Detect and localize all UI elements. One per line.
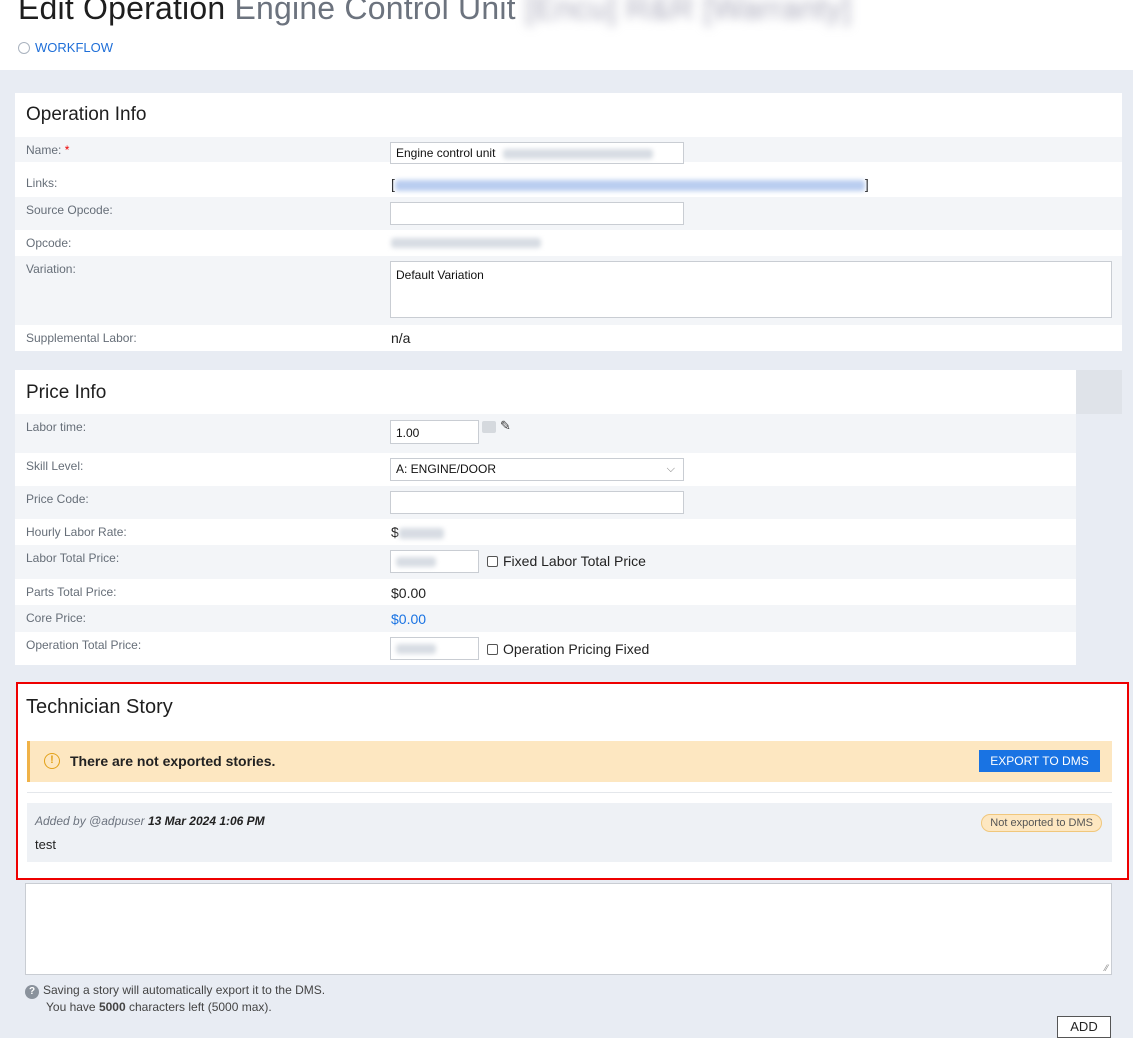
links-redacted[interactable] (394, 179, 865, 191)
highlight-box (16, 682, 1129, 880)
row-name: Name: * Engine control unit (15, 137, 1122, 164)
resize-handle-icon[interactable]: ⁄⁄ (1105, 963, 1108, 973)
page-title: Edit Operation Engine Control Unit [Encu… (18, 0, 852, 27)
story-help: ? Saving a story will automatically expor… (25, 982, 325, 1015)
op-total-label: Operation Total Price: (26, 638, 142, 652)
supplemental-label: Supplemental Labor: (26, 331, 137, 345)
price-info-title: Price Info (26, 382, 107, 403)
row-skill-level: Skill Level: A: ENGINE/DOOR ⌵ (15, 453, 1076, 486)
operation-info-title: Operation Info (26, 104, 147, 125)
hourly-rate-value: $ (391, 524, 444, 540)
row-links: Links: [] (15, 170, 1122, 197)
row-parts-total: Parts Total Price: $0.00 (15, 579, 1076, 605)
page-header: Edit Operation Engine Control Unit [Encu… (0, 0, 1133, 70)
row-source-opcode: Source Opcode: (15, 197, 1122, 230)
price-code-label: Price Code: (26, 492, 89, 506)
name-label: Name: * (26, 143, 70, 157)
page-title-main: Edit Operation (18, 0, 226, 26)
variation-label: Variation: (26, 262, 76, 276)
labor-total-label: Labor Total Price: (26, 551, 120, 565)
op-total-input[interactable] (390, 637, 479, 660)
labor-time-label: Labor time: (26, 420, 87, 434)
row-hourly-rate: Hourly Labor Rate: $ (15, 519, 1076, 545)
labor-time-input[interactable]: 1.00 (390, 420, 479, 444)
price-info-side-block (1076, 370, 1122, 414)
opcode-value-redacted (391, 238, 541, 248)
row-price-code: Price Code: (15, 486, 1076, 519)
supplemental-value: n/a (391, 330, 411, 346)
chars-left-count: 5000 (98, 1000, 126, 1014)
links-label: Links: (26, 176, 58, 190)
story-textarea[interactable]: ⁄⁄ (25, 883, 1112, 975)
workflow-link[interactable]: WORKFLOW (18, 40, 113, 55)
fixed-labor-checkbox[interactable]: Fixed Labor Total Price (487, 553, 646, 569)
opcode-label: Opcode: (26, 236, 72, 250)
help-icon: ? (25, 985, 39, 999)
op-pricing-fixed-checkbox[interactable]: Operation Pricing Fixed (487, 641, 649, 657)
row-core-price: Core Price: $0.00 (15, 605, 1076, 632)
workflow-label[interactable]: WORKFLOW (35, 40, 113, 55)
price-info-panel: Price Info Labor time: 1.00 ✎ Skill Leve… (15, 370, 1076, 665)
core-price-label: Core Price: (26, 611, 87, 625)
links-value[interactable]: [] (391, 176, 869, 192)
row-labor-time: Labor time: 1.00 ✎ (15, 414, 1076, 453)
row-variation: Variation: Default Variation (15, 256, 1122, 325)
row-opcode: Opcode: (15, 230, 1122, 256)
page-title-redacted: [Encu] R&R [Warranty] (524, 0, 852, 26)
name-field[interactable]: Engine control unit (390, 142, 684, 164)
labor-guide-icon[interactable] (482, 421, 496, 433)
price-code-input[interactable] (390, 491, 684, 514)
parts-total-label: Parts Total Price: (26, 585, 117, 599)
workflow-radio-icon[interactable] (18, 41, 30, 54)
operation-info-panel: Operation Info Name: * Engine control un… (15, 93, 1122, 351)
page-title-operation: Engine Control Unit (234, 0, 516, 26)
row-op-total: Operation Total Price: Operation Pricing… (15, 632, 1076, 665)
core-price-link[interactable]: $0.00 (391, 611, 426, 627)
row-supplemental: Supplemental Labor: n/a (15, 325, 1122, 351)
edit-pencil-icon[interactable]: ✎ (500, 418, 511, 434)
variation-textarea[interactable]: Default Variation (390, 261, 1112, 318)
source-opcode-label: Source Opcode: (26, 203, 113, 217)
add-story-button[interactable]: ADD (1057, 1016, 1111, 1038)
op-pricing-fixed-checkbox-box[interactable] (487, 644, 498, 655)
chevron-down-icon[interactable]: ⌵ (667, 459, 675, 480)
parts-total-value: $0.00 (391, 585, 427, 601)
skill-level-select[interactable]: A: ENGINE/DOOR ⌵ (390, 458, 684, 481)
skill-level-label: Skill Level: (26, 459, 84, 473)
hourly-rate-label: Hourly Labor Rate: (26, 525, 127, 539)
source-opcode-input[interactable] (390, 202, 684, 225)
fixed-labor-checkbox-box[interactable] (487, 556, 498, 567)
row-labor-total: Labor Total Price: Fixed Labor Total Pri… (15, 545, 1076, 579)
labor-total-input[interactable] (390, 550, 479, 573)
